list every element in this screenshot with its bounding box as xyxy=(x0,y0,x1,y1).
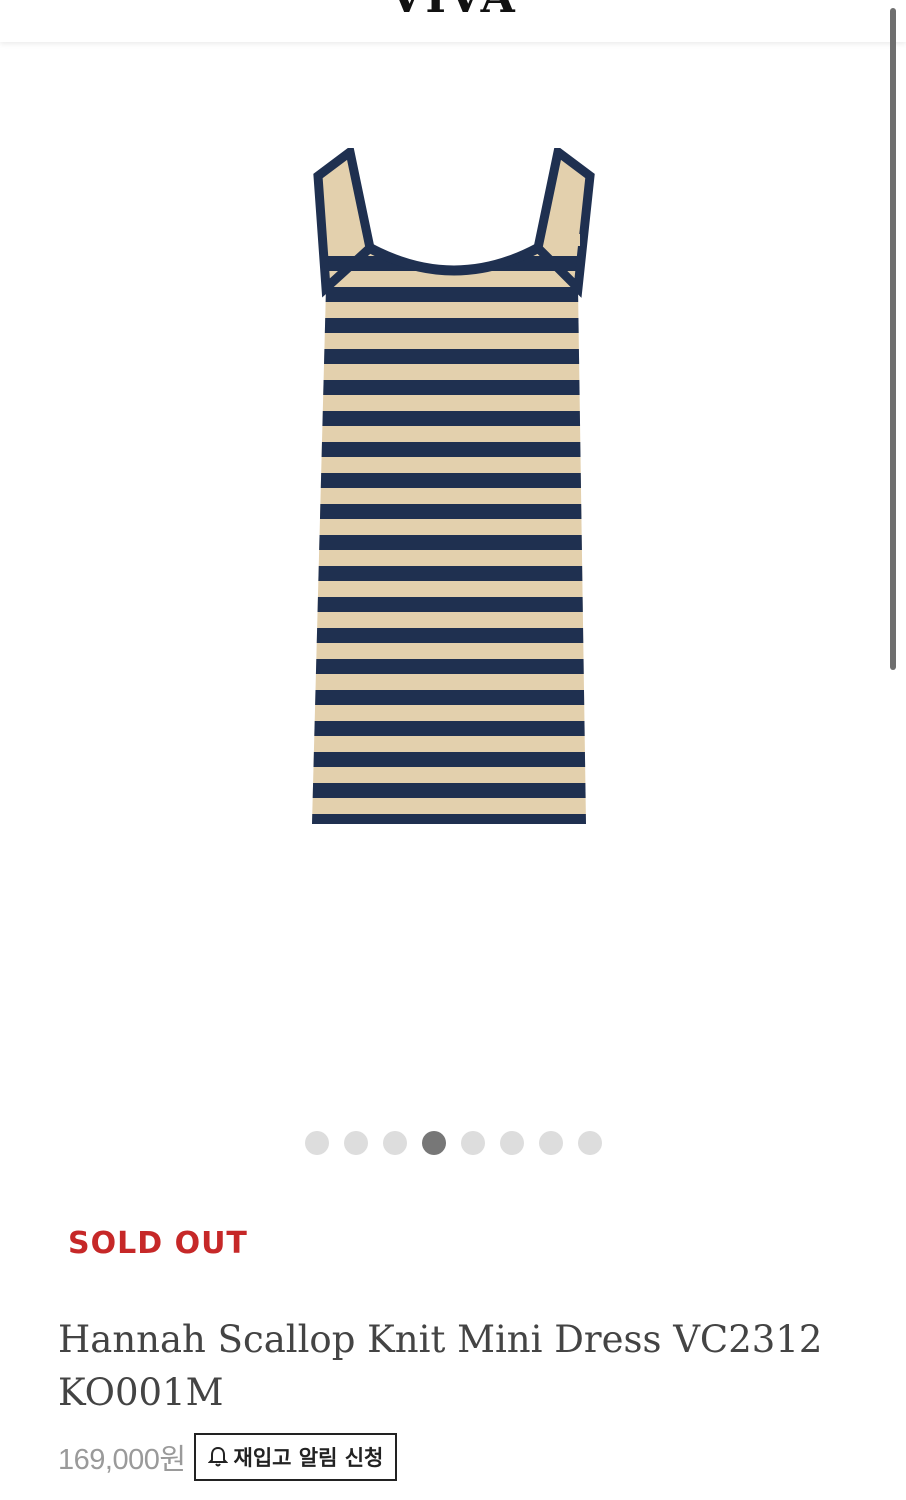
brand-logo[interactable]: VIVA xyxy=(0,0,906,23)
carousel-dot[interactable] xyxy=(343,1131,368,1155)
carousel-dot[interactable] xyxy=(460,1131,485,1155)
carousel-dot[interactable] xyxy=(538,1131,563,1155)
price-row: 169,000원 재입고 알림 신청 xyxy=(58,1433,398,1481)
restock-button-label: 재입고 알림 신청 xyxy=(233,1446,384,1470)
carousel-dots xyxy=(0,1131,906,1157)
carousel-dot[interactable] xyxy=(421,1131,446,1155)
bell-icon xyxy=(207,1446,228,1467)
dress-illustration xyxy=(312,148,595,824)
product-title: Hannah Scallop Knit Mini Dress VC2312KO0… xyxy=(58,1318,823,1414)
carousel-dot[interactable] xyxy=(577,1131,602,1155)
carousel-dot[interactable] xyxy=(499,1131,524,1155)
app-header: VIVA xyxy=(0,0,906,42)
product-price: 169,000원 xyxy=(58,1444,186,1476)
carousel-dot[interactable] xyxy=(382,1131,407,1155)
sold-out-badge: SOLD OUT xyxy=(68,1226,248,1261)
product-image[interactable] xyxy=(306,148,602,826)
scrollbar[interactable] xyxy=(890,8,896,670)
carousel-dot[interactable] xyxy=(304,1131,329,1155)
restock-alert-button[interactable]: 재입고 알림 신청 xyxy=(193,1433,398,1481)
